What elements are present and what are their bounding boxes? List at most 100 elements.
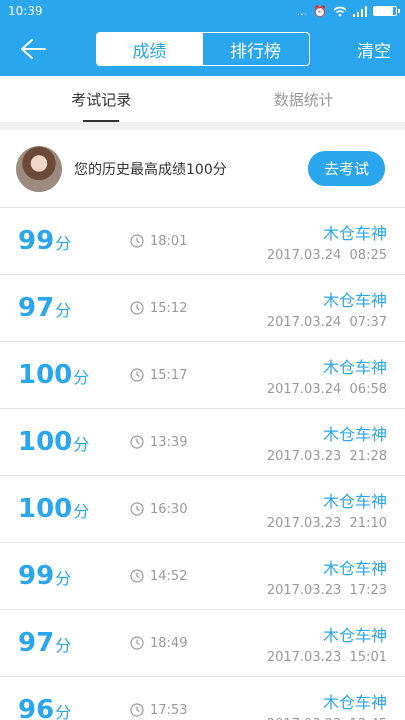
score-unit: 分: [73, 368, 90, 387]
header-segmented-control: 成绩 排行榜: [95, 32, 310, 66]
record-clock: 21:10: [349, 515, 387, 531]
record-duration: 15:12: [130, 301, 267, 316]
user-name: 木仓车神: [322, 558, 387, 578]
duration-text: 16:30: [150, 501, 188, 517]
duration-text: 13:39: [150, 434, 188, 450]
score-unit: 分: [73, 502, 90, 521]
clock-icon: [130, 636, 144, 650]
battery-icon: [373, 6, 400, 16]
screen: 10:39 ... ⏰ 成绩 排行榜 清空 考试记录 数据统计 您的历史最高成绩…: [0, 0, 405, 720]
record-score: 100 分: [18, 427, 130, 457]
record-meta: 木仓车神 2017.03.24 08:25: [267, 220, 387, 263]
record-clock: 17:23: [349, 582, 387, 598]
record-score: 100 分: [18, 360, 130, 390]
sub-tabs: 考试记录 数据统计: [0, 76, 405, 122]
app-bar: 成绩 排行榜 清空: [0, 22, 405, 76]
score-value: 100: [18, 360, 73, 390]
record-datetime: 2017.03.23 21:28: [267, 449, 387, 464]
go-exam-button[interactable]: 去考试: [307, 151, 385, 186]
user-name: 木仓车神: [322, 625, 387, 645]
record-row[interactable]: 99 分 18:01 木仓车神 2017.03.24 08:25: [0, 208, 405, 275]
signal-icon: [353, 5, 367, 17]
record-meta: 木仓车神 2017.03.24 06:58: [267, 354, 387, 397]
score-unit: 分: [73, 435, 90, 454]
alarm-icon: ⏰: [313, 4, 327, 18]
score-unit: 分: [55, 636, 72, 655]
subtab-exam-records[interactable]: 考试记录: [0, 76, 203, 122]
tab-ranking[interactable]: 排行榜: [203, 33, 309, 65]
subtab-exam-records-label: 考试记录: [71, 90, 132, 109]
user-name: 木仓车神: [322, 223, 387, 243]
record-meta: 木仓车神 2017.03.23 21:10: [267, 488, 387, 531]
score-unit: 分: [55, 301, 72, 320]
score-value: 100: [18, 427, 73, 457]
score-value: 99: [18, 226, 55, 256]
score-value: 97: [18, 293, 55, 323]
score-value: 99: [18, 561, 55, 591]
score-unit: 分: [55, 234, 72, 253]
record-datetime: 2017.03.23 17:23: [267, 583, 387, 598]
record-clock: 13:45: [350, 717, 387, 720]
record-date: 2017.03.23: [266, 448, 342, 464]
record-duration: 16:30: [130, 502, 267, 517]
user-name: 木仓车神: [322, 491, 387, 511]
record-date: 2017.03.24: [266, 381, 342, 397]
record-row[interactable]: 99 分 14:52 木仓车神 2017.03.23 17:23: [0, 543, 405, 610]
record-duration: 18:49: [130, 636, 267, 651]
duration-text: 14:52: [150, 568, 188, 584]
record-date: 2017.03.24: [266, 314, 342, 330]
record-meta: 木仓车神 2017.03.23 15:01: [267, 622, 387, 665]
record-score: 96 分: [18, 695, 130, 720]
record-datetime: 2017.03.24 07:37: [267, 315, 387, 330]
records-list: 99 分 18:01 木仓车神 2017.03.24 08:25 97 分 15…: [0, 208, 405, 720]
record-meta: 木仓车神 2017.03.24 07:37: [267, 287, 387, 330]
clock-icon: [130, 234, 144, 248]
clock-icon: [130, 569, 144, 583]
score-value: 96: [18, 695, 55, 720]
user-name: 木仓车神: [322, 290, 387, 310]
clock-icon: [130, 301, 144, 315]
record-datetime: 2017.03.23 21:10: [267, 516, 387, 531]
clear-button[interactable]: 清空: [357, 37, 391, 62]
score-unit: 分: [55, 569, 72, 588]
battery-level-fill: [374, 7, 393, 15]
record-row[interactable]: 100 分 13:39 木仓车神 2017.03.23 21:28: [0, 409, 405, 476]
record-clock: 08:25: [349, 247, 387, 263]
status-time: 10:39: [8, 4, 43, 18]
tab-scores[interactable]: 成绩: [96, 33, 203, 65]
record-meta: 木仓车神 2017.03.23 13:45: [267, 689, 387, 720]
record-duration: 14:52: [130, 569, 267, 584]
record-clock: 06:58: [349, 381, 387, 397]
record-row[interactable]: 96 分 17:53 木仓车神 2017.03.23 13:45: [0, 677, 405, 720]
status-icons: ... ⏰: [297, 4, 400, 18]
record-duration: 13:39: [130, 435, 267, 450]
record-meta: 木仓车神 2017.03.23 17:23: [267, 555, 387, 598]
record-row[interactable]: 97 分 15:12 木仓车神 2017.03.24 07:37: [0, 275, 405, 342]
record-duration: 17:53: [130, 703, 267, 718]
record-clock: 15:01: [349, 649, 387, 665]
score-value: 100: [18, 494, 73, 524]
record-date: 2017.03.23: [266, 582, 342, 598]
best-score-text: 您的历史最高成绩100分: [74, 161, 227, 178]
record-duration: 18:01: [130, 234, 267, 249]
clock-icon: [130, 435, 144, 449]
record-row[interactable]: 97 分 18:49 木仓车神 2017.03.23 15:01: [0, 610, 405, 677]
record-score: 97 分: [18, 293, 130, 323]
section-divider: [0, 122, 405, 130]
status-bar: 10:39 ... ⏰: [0, 0, 405, 22]
clock-icon: [130, 703, 144, 717]
back-arrow-icon[interactable]: [20, 35, 48, 63]
clock-icon: [130, 368, 144, 382]
duration-text: 18:01: [150, 233, 188, 249]
best-score-row: 您的历史最高成绩100分 去考试: [0, 130, 405, 208]
duration-text: 18:49: [150, 635, 188, 651]
record-clock: 21:28: [349, 448, 387, 464]
active-tab-indicator: [83, 120, 120, 122]
record-datetime: 2017.03.24 06:58: [267, 382, 387, 397]
subtab-statistics-label: 数据统计: [273, 90, 334, 109]
subtab-statistics[interactable]: 数据统计: [203, 76, 405, 122]
record-row[interactable]: 100 分 16:30 木仓车神 2017.03.23 21:10: [0, 476, 405, 543]
wifi-icon: [333, 6, 347, 16]
record-row[interactable]: 100 分 15:17 木仓车神 2017.03.24 06:58: [0, 342, 405, 409]
record-duration: 15:17: [130, 368, 267, 383]
